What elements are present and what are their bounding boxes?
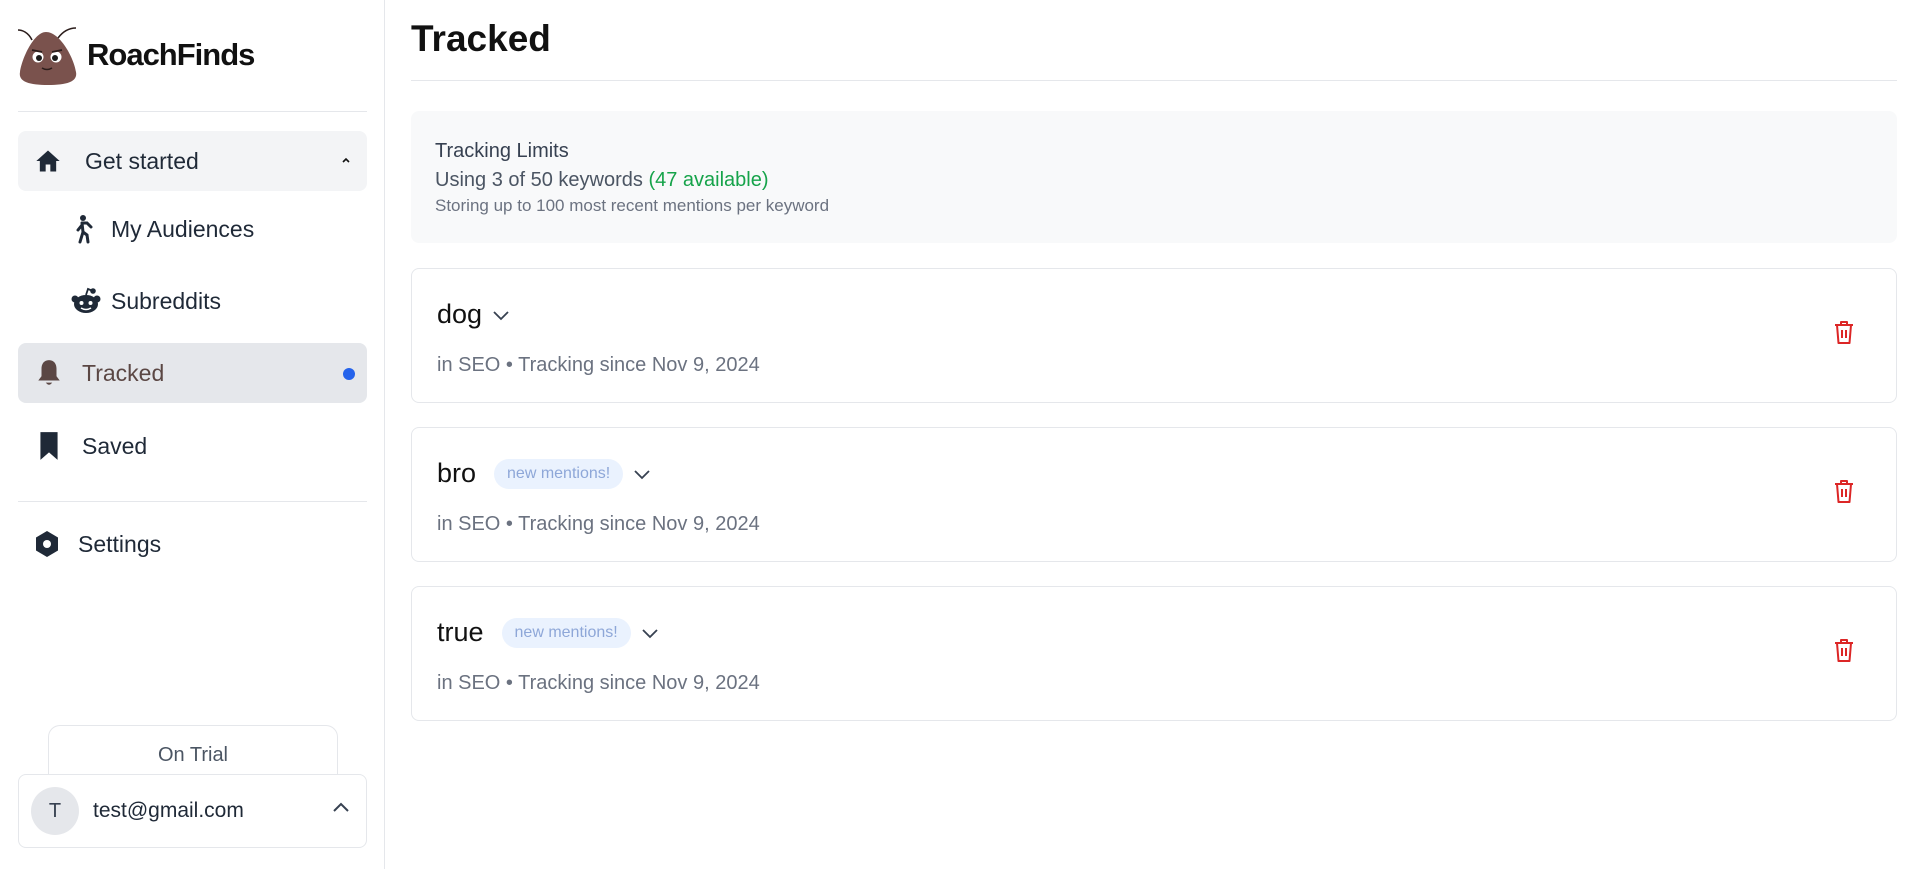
sidebar-item-subreddits[interactable]: Subreddits (18, 271, 367, 331)
delete-keyword-button[interactable] (1832, 319, 1856, 350)
keyword-name: dog (437, 299, 483, 329)
available-count: (47 available) (648, 169, 769, 191)
sidebar-item-label: Settings (78, 530, 162, 557)
hexagon-gear-icon (32, 529, 62, 559)
sidebar-item-label: Saved (82, 432, 148, 459)
keyword-card: bro new mentions! in SEO • Tracking sinc… (411, 427, 1897, 562)
keyword-card: dog in SEO • Tracking since Nov 9, 2024 (411, 268, 1897, 403)
person-walking-icon (71, 214, 101, 244)
bell-icon (34, 358, 64, 388)
sidebar-item-tracked[interactable]: Tracked (18, 343, 367, 403)
sidebar-item-my-audiences[interactable]: My Audiences (18, 199, 367, 259)
sidebar-divider (18, 111, 367, 112)
chevron-down-icon[interactable] (492, 309, 510, 321)
sidebar-item-label: Subreddits (111, 287, 221, 314)
trash-icon (1835, 321, 1853, 344)
reddit-icon (71, 286, 101, 316)
limits-usage: Using 3 of 50 keywords (47 available) (435, 169, 1873, 192)
keyword-card: true new mentions! in SEO • Tracking sin… (411, 586, 1897, 721)
delete-keyword-button[interactable] (1832, 637, 1856, 668)
delete-keyword-button[interactable] (1832, 478, 1856, 509)
sidebar-item-get-started[interactable]: Get started (18, 131, 367, 191)
app-logo[interactable]: RoachFinds (18, 24, 255, 86)
trash-icon (1835, 639, 1853, 662)
limits-note: Storing up to 100 most recent mentions p… (435, 196, 830, 215)
keyword-meta: in SEO • Tracking since Nov 9, 2024 (437, 672, 760, 694)
chevron-up-icon (332, 800, 350, 818)
keyword-name: true (437, 617, 484, 647)
avatar: T (31, 787, 79, 835)
chevron-down-icon[interactable] (641, 627, 659, 639)
limits-title: Tracking Limits (435, 140, 569, 162)
chevron-down-icon[interactable] (633, 468, 651, 480)
page-title: Tracked (411, 18, 551, 59)
app-name: RoachFinds (87, 37, 255, 72)
keyword-name: bro (437, 458, 477, 488)
new-mentions-badge: new mentions! (494, 458, 624, 489)
trash-icon (1835, 480, 1853, 503)
roach-logo-icon (18, 27, 77, 85)
active-indicator-dot (343, 368, 355, 380)
home-icon (33, 146, 63, 176)
user-email: test@gmail.com (93, 799, 244, 822)
keyword-meta: in SEO • Tracking since Nov 9, 2024 (437, 354, 760, 376)
sidebar: RoachFinds Get started My Audiences Subr… (0, 0, 385, 869)
sidebar-item-settings[interactable]: Settings (18, 514, 367, 574)
sidebar-item-label: Tracked (82, 359, 165, 386)
sidebar-item-label: My Audiences (111, 215, 255, 242)
tracking-limits-panel: Tracking Limits Using 3 of 50 keywords (… (411, 111, 1897, 243)
sidebar-item-label: Get started (85, 147, 199, 174)
title-divider (411, 80, 1897, 81)
usage-text: Using 3 of 50 keywords (435, 169, 643, 191)
sidebar-divider (18, 501, 367, 502)
sidebar-item-saved[interactable]: Saved (18, 416, 367, 476)
keyword-meta: in SEO • Tracking since Nov 9, 2024 (437, 513, 760, 535)
bookmark-icon (34, 431, 64, 461)
chevron-up-icon (341, 151, 351, 167)
new-mentions-badge: new mentions! (501, 617, 631, 648)
user-menu[interactable]: T test@gmail.com (18, 774, 367, 848)
